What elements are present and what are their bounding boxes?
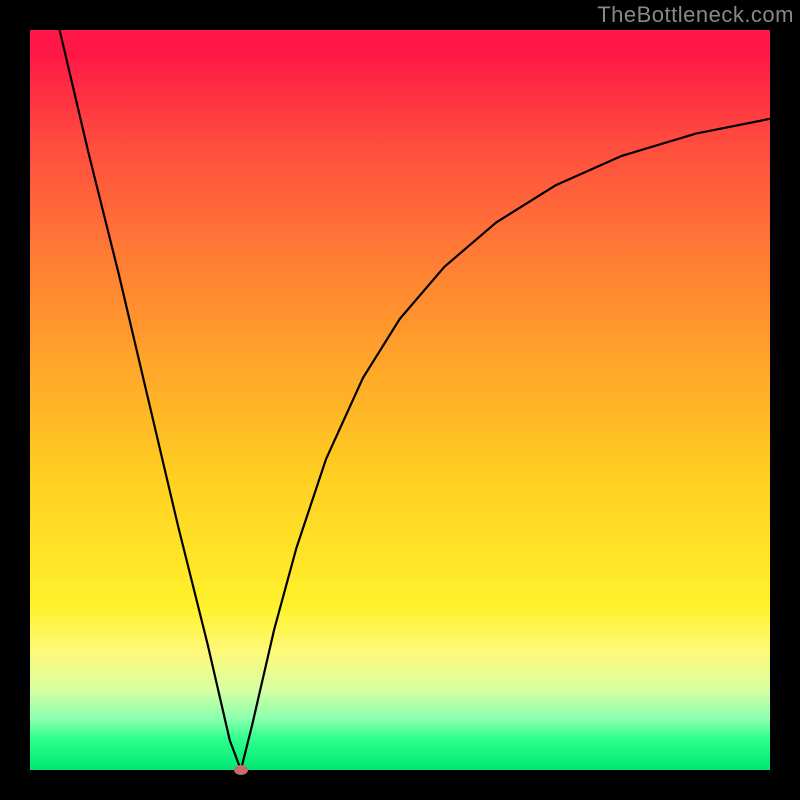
attribution-label: TheBottleneck.com <box>597 2 794 28</box>
chart-canvas: TheBottleneck.com <box>0 0 800 800</box>
plot-area <box>30 30 770 770</box>
minimum-marker <box>234 765 248 775</box>
bottleneck-curve <box>30 30 770 770</box>
